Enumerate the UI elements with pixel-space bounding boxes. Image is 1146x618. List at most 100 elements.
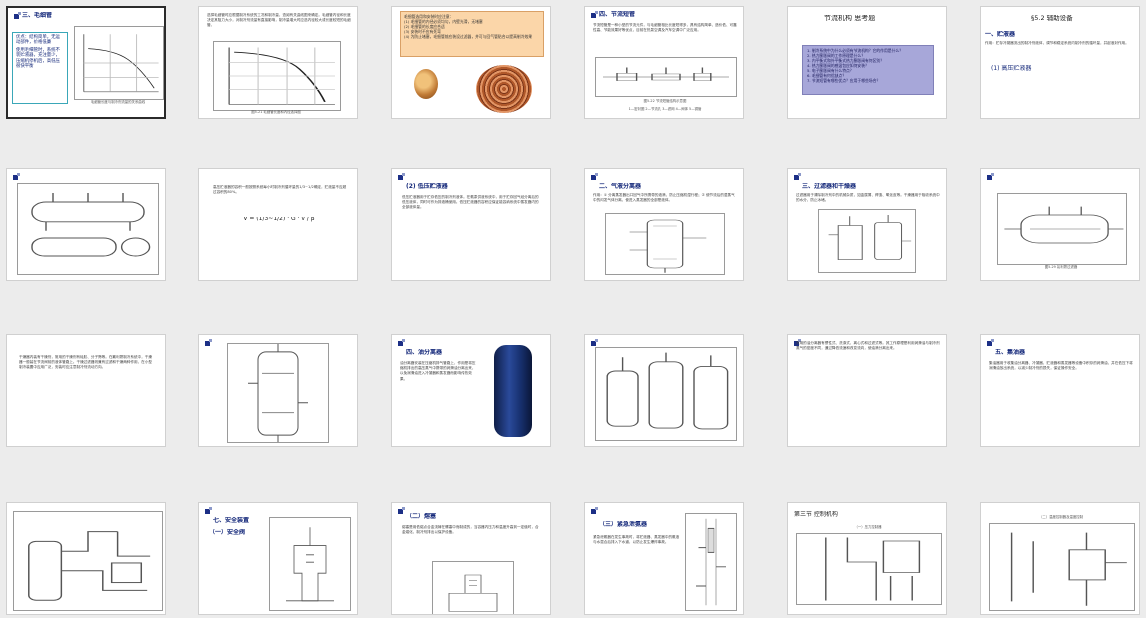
note-line: (4) 为防止堵塞，毛细管前应装设过滤器，并可与回气管贴合以提高制冷效果 bbox=[404, 34, 533, 39]
slide-thumbnail-12[interactable]: 图5-29 氟利昂过滤器 bbox=[980, 168, 1140, 281]
square-icon bbox=[991, 173, 994, 176]
slide-title: §5.2 辅助设备 bbox=[1031, 15, 1073, 22]
figure-legend: 1—密封圈 2—节流孔 3—滤网 4—阀体 5—铜管 bbox=[628, 107, 702, 111]
slide-text: 低压贮液器用于贮存低压的制冷剂液体。在氨泵供液系统中，用于贮存回气经分离后的低压… bbox=[402, 195, 539, 210]
copper-coil-photo bbox=[414, 69, 438, 99]
slide-bullet-icon bbox=[585, 503, 645, 519]
square-icon bbox=[17, 173, 20, 176]
gas-liquid-separator-diagram bbox=[605, 213, 725, 275]
slide-text: 熔塞是用低熔点合金浇铸在螺塞中而制成的，当容器内压力和温度升高到一定值时，合金熔… bbox=[402, 525, 539, 535]
temperature-controller-diagram bbox=[989, 523, 1135, 611]
dryer-filter-diagram bbox=[227, 343, 329, 443]
slide-title: 三、毛细管 bbox=[22, 12, 53, 19]
slide-text: 集油器用于收集油分离器、冷凝器、贮液器和蒸发器等设备中积存的润滑油，并在低压下将… bbox=[989, 361, 1133, 371]
pressure-controller-diagram bbox=[796, 533, 942, 605]
fusible-plug-diagram bbox=[432, 561, 514, 614]
emergency-discharger-diagram bbox=[685, 513, 737, 611]
capillary-selection-chart bbox=[213, 41, 341, 111]
square-icon bbox=[798, 173, 801, 176]
formula-text: V = (1/3~1/2) · G · v / β bbox=[243, 217, 315, 222]
oil-separators-diagram bbox=[595, 347, 737, 441]
slide-text: 节流短管是一种小型的节流元件，与毛细管相比长度短得多，具有结构简单、造价低、可靠… bbox=[593, 23, 737, 33]
slide-thumbnail-14[interactable] bbox=[198, 334, 358, 447]
slide-thumbnail-13[interactable]: 干燥器内装有干燥剂，常用的干燥剂有硅胶、分子筛等。在氟利昂制冷系统中，干燥器一般… bbox=[6, 334, 166, 447]
horizontal-receiver-diagram bbox=[17, 183, 159, 275]
slide-thumbnail-11[interactable]: 三、过滤器和干燥器过滤器用于清除制冷剂中的机械杂质，如金属屑、焊渣、氧化皮等。干… bbox=[787, 168, 947, 281]
slide-text: 选择毛细管时应根据制冷系统的工况和制冷量，查阅有关曲线图来确定。毛细管内径和长度… bbox=[207, 13, 351, 28]
square-icon bbox=[595, 173, 598, 176]
slide-title: 四、油分离器 bbox=[406, 349, 443, 356]
freon-filter-diagram bbox=[997, 193, 1127, 265]
slide-thumbnail-17[interactable]: 常用的油分离器有惯性式、洗涤式、离心式和过滤式等。其工作原理是利用润滑油与制冷剂… bbox=[787, 334, 947, 447]
slide-subtitle: （一）安全阀 bbox=[209, 529, 246, 536]
bullet-item: 优点：结构简单，无运动部件，价格低廉 bbox=[16, 35, 60, 46]
slide-thumbnail-20[interactable]: 七、安全装置 （一）安全阀 bbox=[198, 502, 358, 615]
slide-title: 四、节流短管 bbox=[599, 11, 636, 18]
square-icon bbox=[991, 339, 994, 342]
figure-caption: 图5-21 毛细管长度和内径选择图 bbox=[251, 110, 301, 114]
oil-collector-diagram bbox=[13, 511, 163, 611]
filter-diagram bbox=[818, 209, 916, 273]
slide-thumbnail-4[interactable]: 四、节流短管节流短管是一种小型的节流元件，与毛细管相比长度短得多，具有结构简单、… bbox=[584, 6, 744, 119]
notes-box: 毛细管选用和安装时应注意： (1) 毛细管的内径必须均匀，内壁光滑，无堵塞 (2) … bbox=[400, 11, 544, 57]
slide-text: 过滤器用于清除制冷剂中的机械杂质，如金属屑、焊渣、氧化皮等。干燥器用于吸收系统中… bbox=[796, 193, 940, 203]
slide-thumbnail-6[interactable]: §5.2 辅助设备一、贮液器作用：贮存冷凝器流出的制冷剂液体，调节和稳定系统内制… bbox=[980, 6, 1140, 119]
figure-caption: 图5-29 氟利昂过滤器 bbox=[1044, 265, 1078, 269]
slide-thumbnail-15[interactable]: 四、油分离器油分离器安装在压缩机排气管路上，作用是将压缩机排出的高压蒸气中携带的… bbox=[391, 334, 551, 447]
slide-thumbnail-19[interactable] bbox=[6, 502, 166, 615]
slide-thumbnail-2[interactable]: 选择毛细管时应根据制冷系统的工况和制冷量，查阅有关曲线图来确定。毛细管内径和长度… bbox=[198, 6, 358, 119]
slide-title: 二、气液分离器 bbox=[599, 183, 642, 190]
slide-thumbnail-24[interactable]: （二）温度控制器及温度控制 bbox=[980, 502, 1140, 615]
slide-thumbnail-18[interactable]: 五、集油器集油器用于收集油分离器、冷凝器、贮液器和蒸发器等设备中积存的润滑油，并… bbox=[980, 334, 1140, 447]
safety-valve-diagram bbox=[269, 517, 351, 611]
slide-thumbnail-21[interactable]: （二）熔塞熔塞是用低熔点合金浇铸在螺塞中而制成的，当容器内压力和温度升高到一定值… bbox=[391, 502, 551, 615]
slide-subtitle: （一）压力控制器 bbox=[854, 525, 882, 529]
square-icon bbox=[209, 507, 212, 510]
square-icon bbox=[595, 11, 598, 14]
slide-text: 常用的油分离器有惯性式、洗涤式、离心式和过滤式等。其工作原理是利用润滑油与制冷剂… bbox=[796, 341, 940, 351]
copper-coil-photo bbox=[476, 65, 532, 113]
slide-title: （三）紧急泄氨器 bbox=[599, 521, 648, 528]
slide-title: (2) 低压贮液器 bbox=[406, 183, 448, 190]
slide-text: 作用：贮存冷凝器流出的制冷剂液体，调节和稳定系统内制冷剂的循环量，并起液封作用。 bbox=[985, 41, 1129, 45]
slide-title: 节流机构 思考题 bbox=[824, 15, 876, 22]
figure-caption: 毛细管长度与制冷剂流量的关系曲线 bbox=[90, 100, 146, 104]
slide-title: （二）温度控制器及温度控制 bbox=[1038, 515, 1084, 519]
slide-thumbnail-8[interactable]: 高压贮液器的容积一般按照系统每小时制冷剂循环量的1/3~1/2确定，贮液量不应超… bbox=[198, 168, 358, 281]
slide-thumbnail-23[interactable]: 第三节 控制机构 （一）压力控制器 bbox=[787, 502, 947, 615]
bullet-item: 使用毛细管时，系统不装贮液器，充注量少，压缩机停机后，高低压很快平衡 bbox=[16, 47, 60, 70]
slide-thumbnail-3[interactable]: 毛细管选用和安装时应注意： (1) 毛细管的内径必须均匀，内壁光滑，无堵塞 (2) … bbox=[391, 6, 551, 119]
slide-thumbnail-1[interactable]: 三、毛细管优点：结构简单，无运动部件，价格低廉 使用毛细管时，系统不装贮液器，充注… bbox=[6, 6, 166, 119]
square-icon bbox=[595, 339, 598, 342]
slide-thumbnail-22[interactable]: （三）紧急泄氨器紧急泄氨器在发生事故时，将贮液器、蒸发器中的氨液与水混合后排入下… bbox=[584, 502, 744, 615]
square-icon bbox=[402, 173, 405, 176]
orifice-tube-diagram bbox=[595, 57, 737, 97]
slide-text: 高压贮液器的容积一般按照系统每小时制冷剂循环量的1/3~1/2确定，贮液量不应超… bbox=[213, 185, 347, 195]
square-icon bbox=[209, 339, 212, 342]
slide-title: 第三节 控制机构 bbox=[794, 511, 838, 518]
slide-thumbnail-16[interactable] bbox=[584, 334, 744, 447]
slide-title: 三、过滤器和干燥器 bbox=[802, 183, 857, 190]
capillary-chart-figure bbox=[74, 26, 164, 100]
slide-thumbnail-5[interactable]: 节流机构 思考题 1. 制冷系统中为什么必须有节流机构？它的作用是什么？ 2. 热力… bbox=[787, 6, 947, 119]
square-icon bbox=[595, 507, 598, 510]
slide-sorter-grid: 三、毛细管优点：结构简单，无运动部件，价格低廉 使用毛细管时，系统不装贮液器，充注… bbox=[0, 0, 1146, 618]
slide-subtitle: 一、贮液器 bbox=[985, 31, 1016, 38]
slide-text: 紧急泄氨器在发生事故时，将贮液器、蒸发器中的氨液与水混合后排入下水道，以防止发生… bbox=[593, 535, 680, 545]
questions-box: 1. 制冷系统中为什么必须有节流机构？它的作用是什么？ 2. 热力膨胀阀的工作原理… bbox=[802, 45, 934, 95]
list-item: (1) 高压贮液器 bbox=[991, 65, 1032, 72]
square-icon bbox=[402, 339, 405, 342]
slide-thumbnail-9[interactable]: (2) 低压贮液器低压贮液器用于贮存低压的制冷剂液体。在氨泵供液系统中，用于贮存… bbox=[391, 168, 551, 281]
slide-thumbnail-7[interactable] bbox=[6, 168, 166, 281]
slide-text: 油分离器安装在压缩机排气管路上，作用是将压缩机排出的高压蒸气中携带的润滑油分离出… bbox=[400, 361, 476, 381]
slide-text: 作用：① 分离蒸发器出口回气中所携带的液滴，防止压缩机湿行程；② 使节流后的湿蒸… bbox=[593, 193, 735, 203]
slide-thumbnail-10[interactable]: 二、气液分离器作用：① 分离蒸发器出口回气中所携带的液滴，防止压缩机湿行程；② … bbox=[584, 168, 744, 281]
bullet-box: 优点：结构简单，无运动部件，价格低廉 使用毛细管时，系统不装贮液器，充注量少，压缩… bbox=[12, 32, 68, 104]
slide-title: 五、集油器 bbox=[995, 349, 1026, 356]
figure-caption: 图5-22 节流短管结构示意图 bbox=[643, 99, 687, 103]
slide-text: 干燥器内装有干燥剂，常用的干燥剂有硅胶、分子筛等。在氟利昂制冷系统中，干燥器一般… bbox=[19, 355, 152, 370]
slide-title: （二）熔塞 bbox=[406, 513, 437, 520]
square-icon bbox=[18, 12, 21, 15]
slide-bullet-icon bbox=[981, 169, 1041, 185]
question-item: 7. 节流短管有哪些优点？应用于哪些场合？ bbox=[807, 78, 881, 83]
